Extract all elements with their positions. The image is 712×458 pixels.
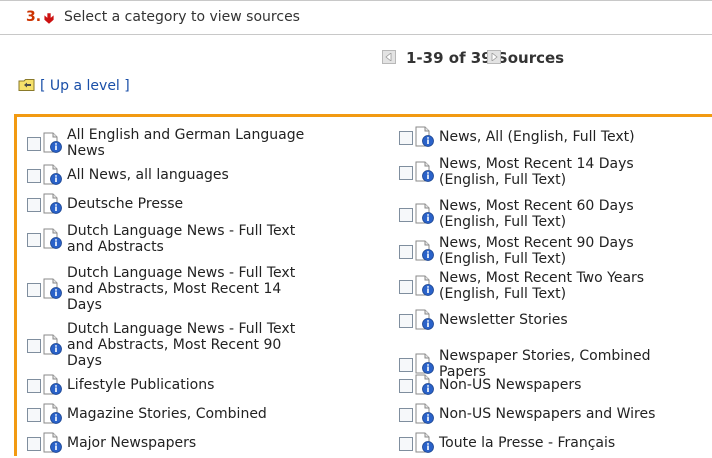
source-item[interactable]: Magazine Stories, Combined [27, 403, 327, 425]
source-item[interactable]: Lifestyle Publications [27, 374, 327, 396]
source-item[interactable]: Newspaper Stories, Combined Papers [399, 348, 699, 380]
source-checkbox[interactable] [399, 208, 413, 222]
pager-summary: 1-39 of 39 Sources [406, 49, 565, 67]
source-item[interactable]: Dutch Language News - Full Text and Abst… [27, 321, 327, 369]
source-item[interactable]: Non-US Newspapers [399, 374, 699, 396]
source-item[interactable]: Dutch Language News - Full Text and Abst… [27, 265, 327, 313]
source-checkbox[interactable] [399, 245, 413, 259]
source-item[interactable]: Deutsche Presse [27, 193, 327, 215]
source-label: All News, all languages [67, 167, 229, 183]
source-info-icon[interactable] [415, 374, 435, 396]
source-info-icon[interactable] [43, 132, 63, 154]
source-info-icon[interactable] [43, 374, 63, 396]
source-info-icon[interactable] [43, 193, 63, 215]
source-item[interactable]: News, Most Recent 60 Days (English, Full… [399, 198, 699, 230]
source-checkbox[interactable] [27, 233, 41, 247]
source-label: Non-US Newspapers [439, 377, 582, 393]
source-label: Magazine Stories, Combined [67, 406, 267, 422]
source-item[interactable]: News, Most Recent Two Years (English, Fu… [399, 270, 699, 302]
source-checkbox[interactable] [399, 437, 413, 451]
source-checkbox[interactable] [27, 283, 41, 297]
source-checkbox[interactable] [27, 379, 41, 393]
source-checkbox[interactable] [27, 339, 41, 353]
arrow-right-icon[interactable] [487, 50, 501, 64]
source-label: News, Most Recent Two Years (English, Fu… [439, 270, 645, 302]
source-info-icon[interactable] [415, 432, 435, 454]
source-checkbox[interactable] [27, 137, 41, 151]
source-checkbox[interactable] [399, 166, 413, 180]
source-label: Non-US Newspapers and Wires [439, 406, 656, 422]
source-label: Major Newspapers [67, 435, 197, 451]
folder-up-icon [18, 79, 35, 91]
source-label: Deutsche Presse [67, 196, 184, 212]
source-checkbox[interactable] [399, 379, 413, 393]
source-label: News, Most Recent 14 Days (English, Full… [439, 156, 634, 188]
source-checkbox[interactable] [399, 131, 413, 145]
source-checkbox[interactable] [399, 314, 413, 328]
source-item[interactable]: All News, all languages [27, 164, 327, 186]
source-label: Dutch Language News - Full Text and Abst… [67, 321, 296, 369]
source-info-icon[interactable] [415, 353, 435, 375]
source-checkbox[interactable] [399, 280, 413, 294]
down-arrow-icon: 🢃 [44, 11, 55, 27]
source-label: All English and German Language News [67, 127, 305, 159]
source-info-icon[interactable] [415, 161, 435, 183]
source-label: Dutch Language News - Full Text and Abst… [67, 223, 296, 255]
source-label: Lifestyle Publications [67, 377, 215, 393]
source-checkbox[interactable] [27, 437, 41, 451]
source-info-icon[interactable] [43, 432, 63, 454]
source-info-icon[interactable] [43, 278, 63, 300]
source-checkbox[interactable] [27, 169, 41, 183]
source-label: Dutch Language News - Full Text and Abst… [67, 265, 296, 313]
source-checkbox[interactable] [399, 358, 413, 372]
source-item[interactable]: News, Most Recent 14 Days (English, Full… [399, 156, 699, 188]
source-info-icon[interactable] [43, 403, 63, 425]
source-info-icon[interactable] [415, 403, 435, 425]
source-item[interactable]: News, Most Recent 90 Days (English, Full… [399, 235, 699, 267]
source-checkbox[interactable] [27, 198, 41, 212]
step-instruction: Select a category to view sources [64, 9, 300, 25]
source-item[interactable]: Toute la Presse - Français [399, 432, 699, 454]
source-item[interactable]: Non-US Newspapers and Wires [399, 403, 699, 425]
source-label: News, Most Recent 60 Days (English, Full… [439, 198, 634, 230]
arrow-left-icon[interactable] [382, 50, 396, 64]
source-info-icon[interactable] [43, 334, 63, 356]
step-header: 3. 🢃 Select a category to view sources [0, 0, 712, 35]
source-label: News, All (English, Full Text) [439, 129, 635, 145]
source-info-icon[interactable] [415, 240, 435, 262]
source-checkbox[interactable] [399, 408, 413, 422]
source-item[interactable]: Dutch Language News - Full Text and Abst… [27, 223, 327, 255]
source-label: Newspaper Stories, Combined Papers [439, 348, 651, 380]
source-info-icon[interactable] [415, 203, 435, 225]
up-level-label: [ Up a level ] [40, 78, 130, 94]
source-item[interactable]: Major Newspapers [27, 432, 327, 454]
source-item[interactable]: Newsletter Stories [399, 309, 699, 331]
step-number: 3. [26, 9, 42, 25]
source-label: Newsletter Stories [439, 312, 568, 328]
source-list-panel: All English and German Language News All … [14, 114, 712, 456]
source-item[interactable]: News, All (English, Full Text) [399, 126, 699, 148]
source-info-icon[interactable] [415, 126, 435, 148]
source-label: News, Most Recent 90 Days (English, Full… [439, 235, 634, 267]
source-info-icon[interactable] [415, 309, 435, 331]
source-info-icon[interactable] [43, 228, 63, 250]
pager: 1-39 of 39 Sources [0, 48, 712, 72]
source-info-icon[interactable] [43, 164, 63, 186]
source-item[interactable]: All English and German Language News [27, 127, 327, 159]
source-checkbox[interactable] [27, 408, 41, 422]
source-label: Toute la Presse - Français [439, 435, 616, 451]
source-info-icon[interactable] [415, 275, 435, 297]
